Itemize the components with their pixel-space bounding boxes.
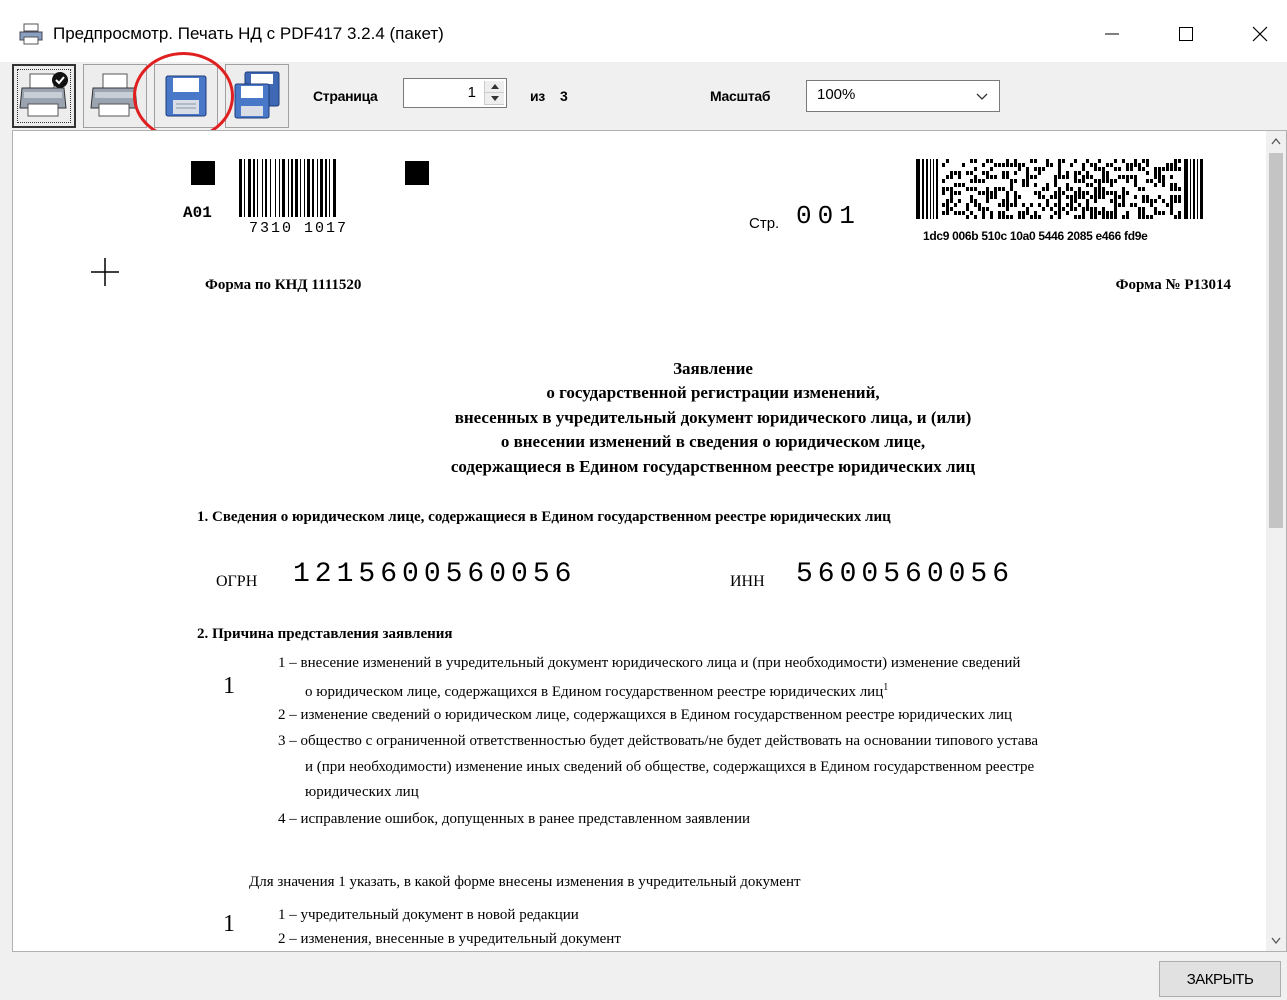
document-page: A01 7310 1017 Стр. 001 1dc9 006b 510c 10…: [13, 131, 1268, 951]
inn-value: 5600560056: [796, 559, 1015, 590]
corner-marker: [191, 161, 215, 185]
doc-title-line: о внесении изменений в сведения о юридич…: [500, 432, 926, 451]
form-value: 1: [223, 911, 235, 937]
reason-item: юридических лиц: [305, 784, 419, 800]
inn-label: ИНН: [730, 573, 765, 590]
footnote-mark: 1: [883, 682, 889, 693]
vertical-scrollbar[interactable]: [1266, 131, 1286, 951]
page-total: 3: [560, 88, 568, 104]
form-knd: Форма по КНД 1111520: [205, 277, 362, 293]
pdf417-text: 1dc9 006b 510c 10a0 5446 2085 e466 fd9e: [923, 229, 1148, 243]
scroll-up-button[interactable]: [1266, 131, 1286, 151]
zoom-select[interactable]: 100%: [806, 80, 1000, 112]
page-label: Страница: [313, 88, 378, 104]
corner-marker: [405, 161, 429, 185]
page-value: 1: [467, 84, 476, 101]
doc-title-line: о государственной регистрации изменений,: [546, 383, 880, 402]
printer-icon: [90, 73, 138, 117]
chevron-up-icon: [1271, 137, 1281, 145]
floppy-disk-icon: [165, 75, 207, 117]
chevron-down-icon: [1271, 937, 1281, 945]
floppy-disks-icon: [234, 71, 280, 119]
page-of-label: из: [530, 88, 545, 104]
reason-item: и (при необходимости) изменение иных све…: [305, 759, 1035, 775]
reason-item: 3 – общество с ограниченной ответственно…: [278, 733, 1038, 749]
form-number: Форма № Р13014: [1115, 277, 1231, 293]
section-2-heading: 2. Причина представления заявления: [197, 626, 453, 642]
reason-value: 1: [223, 673, 235, 699]
print-button[interactable]: [83, 64, 147, 128]
scroll-thumb[interactable]: [1269, 153, 1283, 528]
barcode-digits: 7310 1017: [249, 220, 349, 237]
chevron-down-icon: [976, 93, 988, 100]
print-default-button[interactable]: [12, 64, 76, 128]
doc-title-line: внесенных в учредительный документ юриди…: [454, 408, 972, 427]
maximize-button[interactable]: [1163, 14, 1209, 54]
page-stepper[interactable]: 1: [403, 78, 507, 108]
crosshair-mark: [91, 258, 119, 286]
doc-title-line: Заявление: [673, 359, 753, 378]
zoom-label: Масштаб: [710, 88, 771, 104]
minimize-icon: [1105, 33, 1119, 35]
window-title: Предпросмотр. Печать НД с PDF417 3.2.4 (…: [53, 24, 444, 43]
arrow-down-icon: [490, 96, 499, 101]
form-prompt: Для значения 1 указать, в какой форме вн…: [249, 874, 801, 890]
barcode-code: A01: [183, 204, 212, 222]
ogrn-label: ОГРН: [216, 573, 258, 590]
doc-title-line: содержащиеся в Едином государственном ре…: [450, 457, 976, 476]
section-1-heading: 1. Сведения о юридическом лице, содержащ…: [197, 509, 891, 525]
form-option: 2 – изменения, внесенные в учредительный…: [278, 931, 621, 947]
zoom-value: 100%: [817, 86, 856, 103]
document-viewport[interactable]: A01 7310 1017 Стр. 001 1dc9 006b 510c 10…: [12, 130, 1287, 952]
reason-item: 4 – исправление ошибок, допущенных в ран…: [278, 811, 750, 827]
maximize-icon: [1179, 27, 1193, 41]
page-spin-arrows[interactable]: [484, 81, 504, 105]
form-option: 1 – учредительный документ в новой редак…: [278, 907, 579, 923]
footer-bar: ЗАКРЫТЬ: [0, 952, 1287, 1000]
page-down-button[interactable]: [485, 93, 504, 105]
arrow-up-icon: [490, 84, 499, 89]
barcode-image: [239, 159, 336, 217]
close-button[interactable]: ЗАКРЫТЬ: [1159, 961, 1281, 997]
reason-item: 1 – внесение изменений в учредительный д…: [278, 655, 1021, 671]
toolbar: Страница 1 из 3 Масштаб 100%: [0, 62, 1287, 130]
reason-item: 2 – изменение сведений о юридическом лиц…: [278, 707, 1013, 723]
scroll-down-button[interactable]: [1266, 931, 1286, 951]
reason-item: о юридическом лице, содержащихся в Едино…: [305, 682, 889, 700]
page-up-button[interactable]: [485, 81, 504, 93]
close-icon: [1252, 26, 1268, 42]
page-prefix: Стр.: [749, 215, 780, 232]
printer-icon: [19, 23, 43, 45]
printer-check-icon: [19, 72, 68, 117]
save-all-button[interactable]: [225, 64, 289, 128]
save-button[interactable]: [154, 64, 218, 128]
close-window-button[interactable]: [1237, 14, 1283, 54]
minimize-button[interactable]: [1089, 14, 1135, 54]
page-number: 001: [796, 201, 861, 231]
pdf417-barcode: [916, 159, 1203, 219]
ogrn-value: 1215600560056: [293, 559, 577, 590]
title-bar: Предпросмотр. Печать НД с PDF417 3.2.4 (…: [0, 0, 1287, 62]
